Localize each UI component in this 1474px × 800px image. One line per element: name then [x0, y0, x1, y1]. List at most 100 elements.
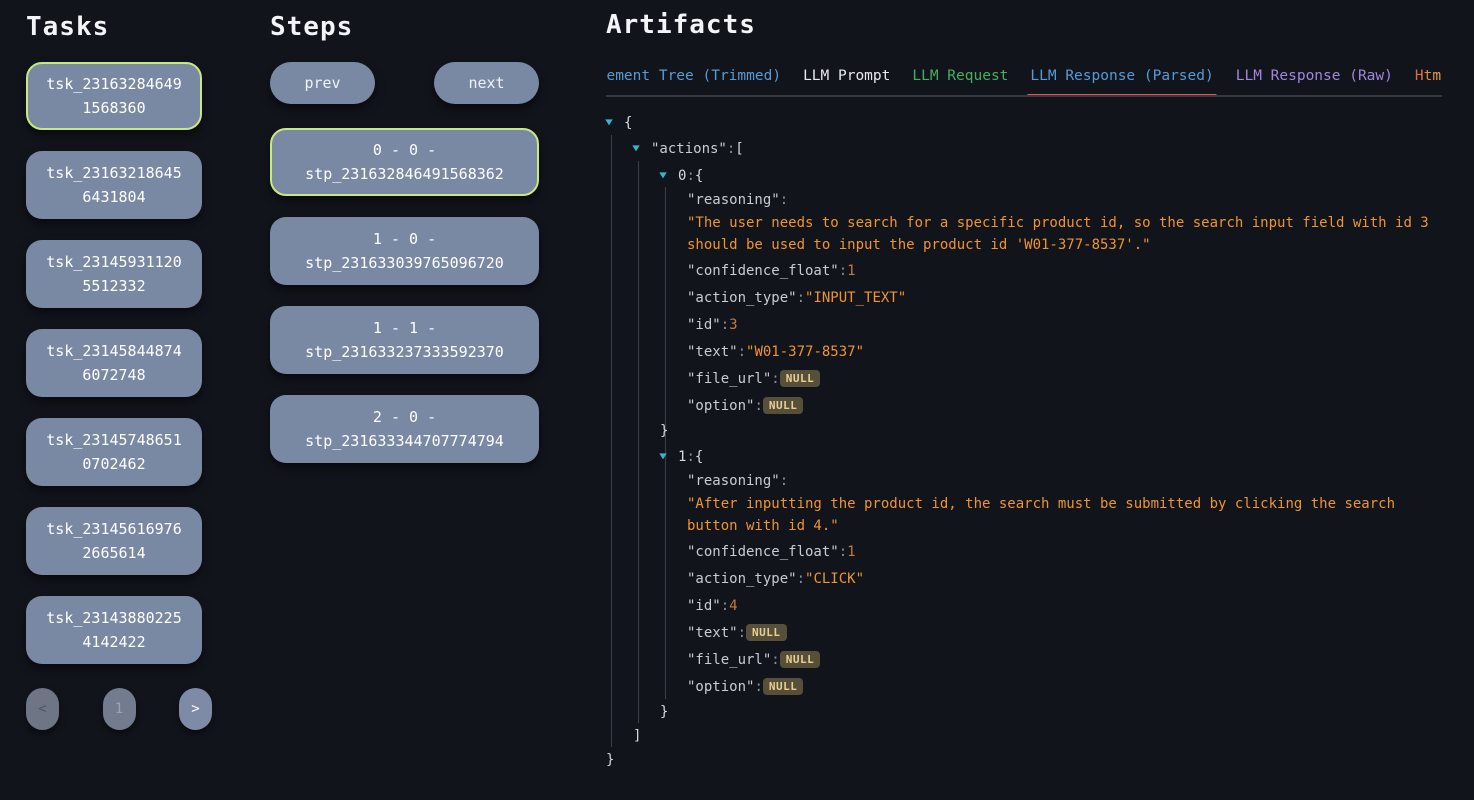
json-line: ▼ 1 : {	[606, 443, 1446, 470]
task-id-line: tsk_23163284649	[34, 72, 194, 96]
collapse-arrow-icon[interactable]: ▼	[659, 171, 667, 181]
task-id-line: tsk_23163218645	[34, 161, 194, 185]
tasks-title: Tasks	[26, 12, 202, 46]
steps-panel: Steps prev next 0 - 0 -stp_2316328464915…	[270, 12, 539, 463]
json-token-num: 4	[729, 598, 737, 614]
json-token-num: 1	[847, 544, 855, 560]
json-line: ▼{	[606, 111, 1446, 135]
step-prefix-line: 2 - 0 -	[278, 405, 531, 429]
tasks-pagination: < 1 >	[26, 688, 212, 730]
next-step-button[interactable]: next	[434, 62, 539, 104]
json-token-key: "option"	[687, 679, 754, 695]
null-badge: NULL	[780, 651, 821, 668]
task-item[interactable]: tsk_231438802254142422	[26, 596, 202, 664]
json-token-key: "reasoning"	[687, 192, 780, 208]
step-item[interactable]: 2 - 0 -stp_231633344707774794	[270, 395, 539, 463]
json-token-punc: :	[780, 473, 788, 489]
task-id-line: tsk_23145931120	[34, 250, 194, 274]
step-item[interactable]: 1 - 1 -stp_231633237333592370	[270, 306, 539, 374]
task-item[interactable]: tsk_231456169762665614	[26, 507, 202, 575]
tab-llm-response-parsed-[interactable]: LLM Response (Parsed)	[1030, 68, 1213, 84]
json-token-key: "id"	[687, 317, 721, 333]
json-token-num: 3	[729, 317, 737, 333]
step-id-line: stp_231632846491568362	[278, 162, 531, 186]
step-id-line: stp_231633344707774794	[278, 429, 531, 453]
json-line: ]	[606, 724, 1446, 748]
task-id-line: 4142422	[34, 630, 194, 654]
tab-html-raw-[interactable]: Html (Raw)	[1415, 68, 1442, 84]
json-token-key: "text"	[687, 344, 738, 360]
json-token-brace: [	[735, 141, 743, 157]
json-token-key: "id"	[687, 598, 721, 614]
task-id-line: 6431804	[34, 185, 194, 209]
tab-llm-prompt[interactable]: LLM Prompt	[803, 68, 890, 84]
pagination-prev-button[interactable]: <	[26, 688, 59, 730]
json-line: "option" : NULL	[606, 392, 1446, 419]
json-token-strb: "The user needs to search for a specific…	[687, 211, 1429, 257]
json-line: "reasoning" :	[606, 470, 1446, 492]
task-item[interactable]: tsk_231632186456431804	[26, 151, 202, 219]
json-token-punc: :	[771, 652, 779, 668]
json-token-brace: {	[695, 449, 703, 465]
task-id-line: 6072748	[34, 363, 194, 387]
null-badge: NULL	[746, 624, 787, 641]
step-prefix-line: 1 - 0 -	[278, 227, 531, 251]
task-id-line: 2665614	[34, 541, 194, 565]
json-token-key: "option"	[687, 398, 754, 414]
tab-llm-request[interactable]: LLM Request	[912, 68, 1008, 84]
null-badge: NULL	[780, 370, 821, 387]
json-line: "id" : 4	[606, 592, 1446, 619]
pagination-page-1-button[interactable]: 1	[103, 688, 136, 730]
json-token-strb: "After inputting the product id, the sea…	[687, 492, 1429, 538]
pagination-next-button[interactable]: >	[179, 688, 212, 730]
json-viewer: ▼{▼"actions" : [▼0 : {"reasoning" :"The …	[606, 111, 1446, 772]
json-token-key: "file_url"	[687, 371, 771, 387]
task-item[interactable]: tsk_231632846491568360	[26, 62, 202, 130]
json-token-punc: :	[686, 449, 694, 465]
json-line: }	[606, 700, 1446, 724]
json-token-punc: :	[754, 679, 762, 695]
json-token-index: 1	[678, 449, 686, 465]
collapse-arrow-icon[interactable]: ▼	[659, 452, 667, 462]
task-item[interactable]: tsk_231457486510702462	[26, 418, 202, 486]
step-id-line: stp_231633039765096720	[278, 251, 531, 275]
step-item[interactable]: 1 - 0 -stp_231633039765096720	[270, 217, 539, 285]
json-line: "confidence_float" : 1	[606, 257, 1446, 284]
json-token-punc: :	[839, 263, 847, 279]
json-line: "file_url" : NULL	[606, 365, 1446, 392]
null-badge: NULL	[763, 678, 804, 695]
json-token-brace: }	[606, 752, 614, 768]
json-token-key: "confidence_float"	[687, 544, 839, 560]
json-token-punc: :	[727, 141, 735, 157]
json-token-brace: }	[660, 423, 668, 439]
null-badge: NULL	[763, 397, 804, 414]
collapse-arrow-icon[interactable]: ▼	[605, 118, 613, 128]
json-token-str: "INPUT_TEXT"	[805, 290, 906, 306]
json-token-key: "action_type"	[687, 290, 797, 306]
task-list: tsk_231632846491568360 tsk_23163218645643…	[26, 62, 202, 664]
steps-title: Steps	[270, 12, 539, 46]
json-line: "action_type" : "CLICK"	[606, 565, 1446, 592]
json-token-punc: :	[797, 290, 805, 306]
task-id-line: 1568360	[34, 96, 194, 120]
task-id-line: tsk_23145748651	[34, 428, 194, 452]
step-controls: prev next	[270, 62, 539, 104]
tab-element-tree-trimmed-[interactable]: Element Tree (Trimmed)	[606, 68, 781, 84]
task-id-line: tsk_23145844874	[34, 339, 194, 363]
task-item[interactable]: tsk_231459311205512332	[26, 240, 202, 308]
artifacts-tab-strip: Element Tree (Trimmed) LLM Prompt LLM Requ…	[606, 68, 1442, 97]
json-line: ▼0 : {	[606, 162, 1446, 189]
prev-step-button[interactable]: prev	[270, 62, 375, 104]
json-token-key: "text"	[687, 625, 738, 641]
json-token-brace: }	[660, 704, 668, 720]
step-prefix-line: 0 - 0 -	[278, 138, 531, 162]
tab-llm-response-raw-[interactable]: LLM Response (Raw)	[1236, 68, 1393, 84]
tasks-panel: Tasks tsk_231632846491568360 tsk_23163218…	[26, 12, 202, 730]
json-token-brace: ]	[633, 728, 641, 744]
step-list: 0 - 0 -stp_2316328464915683621 - 0 -stp_…	[270, 128, 539, 463]
step-item[interactable]: 0 - 0 -stp_231632846491568362	[270, 128, 539, 196]
json-token-punc: :	[738, 625, 746, 641]
collapse-arrow-icon[interactable]: ▼	[632, 144, 640, 154]
json-line: "id" : 3	[606, 311, 1446, 338]
task-item[interactable]: tsk_231458448746072748	[26, 329, 202, 397]
